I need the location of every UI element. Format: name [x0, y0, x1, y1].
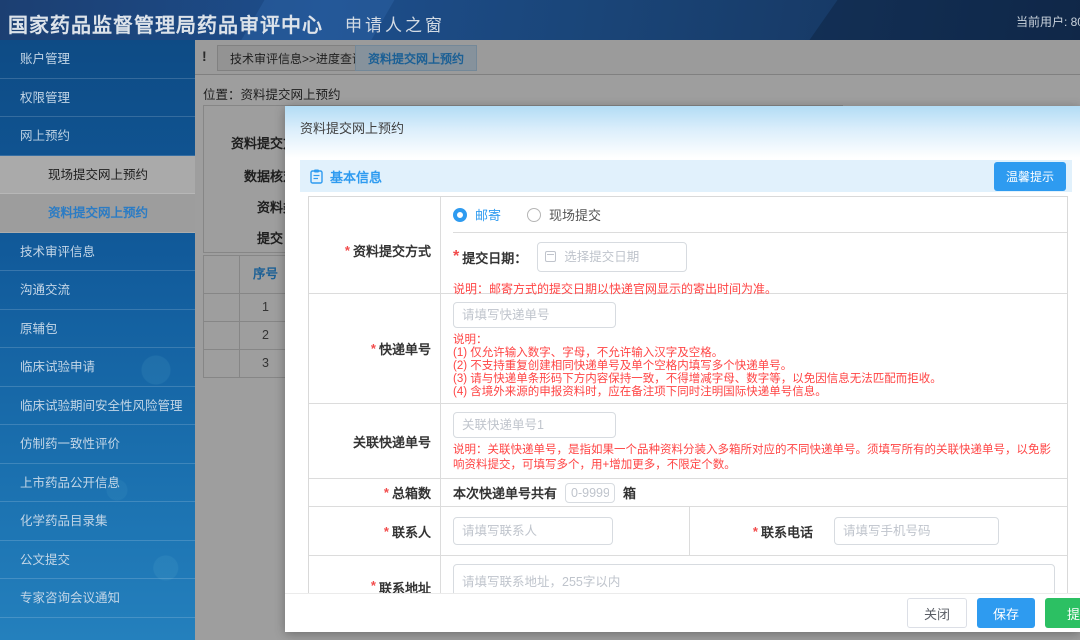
contact-phone-input[interactable] — [834, 517, 999, 545]
current-user-label: 当前用户: 80 — [1015, 15, 1080, 29]
field-label-total-boxes: * 总箱数 — [309, 479, 441, 506]
close-button[interactable]: 关闭 — [906, 598, 967, 628]
material-submit-booking-dialog: 资料提交网上预约 基本信息 温馨提示 * 资料提交方式 邮寄 现场提交 * 提交… — [285, 106, 1080, 632]
basic-info-section-header: 基本信息 温馨提示 — [300, 160, 1072, 192]
sidebar-item-account[interactable]: 账户管理 — [0, 40, 195, 79]
field-label-submit-date: 提交日期： — [462, 250, 528, 266]
sidebar-item-raw-materials[interactable]: 原辅包 — [0, 310, 195, 348]
submit-method-radio-group: 邮寄 现场提交 — [453, 197, 1067, 233]
sidebar-item-tech-review-info[interactable]: 技术审评信息 — [0, 233, 195, 271]
sidebar-item-chemical-drug-catalog[interactable]: 化学药品目录集 — [0, 502, 195, 541]
app-header: 国家药品监督管理局药品审评中心 申请人之窗 当前用户: 80 — [0, 0, 1080, 40]
modal-header-gradient — [285, 106, 1080, 158]
submit-date-input[interactable] — [537, 242, 688, 272]
save-button[interactable]: 保存 — [976, 598, 1035, 628]
sidebar-item-onsite-submit-booking[interactable]: 现场提交网上预约 — [0, 155, 195, 194]
related-tracking-input[interactable] — [453, 412, 616, 438]
sidebar-item-official-doc-submit[interactable]: 公文提交 — [0, 541, 195, 579]
tracking-number-notes: 说明： (1) 仅允许输入数字、字母，不允许输入汉字及空格。 (2) 不支持重复… — [453, 334, 942, 398]
total-boxes-prefix: 本次快递单号共有 — [453, 486, 558, 501]
contact-name-input[interactable] — [453, 517, 613, 545]
tracking-number-input[interactable] — [453, 302, 616, 328]
radio-mail-selected[interactable] — [453, 207, 467, 222]
sidebar-item-online-booking[interactable]: 网上预约 — [0, 117, 195, 156]
site-title: 国家药品监督管理局药品审评中心 — [8, 15, 323, 37]
sidebar-item-communication[interactable]: 沟通交流 — [0, 271, 195, 310]
field-label-tracking-number: * 快递单号 — [309, 294, 441, 403]
sidebar-item-permissions[interactable]: 权限管理 — [0, 79, 195, 117]
sidebar-item-marketed-drug-info[interactable]: 上市药品公开信息 — [0, 464, 195, 502]
submit-button[interactable]: 提交 — [1044, 598, 1080, 628]
field-label-phone: * 联系电话 — [689, 507, 822, 555]
field-label-submit-method: * 资料提交方式 — [309, 197, 441, 303]
radio-onsite-label[interactable]: 现场提交 — [549, 205, 601, 224]
sidebar-item-clinical-trial-apply[interactable]: 临床试验申请 — [0, 348, 195, 387]
related-tracking-note: 说明：关联快递单号，是指如果一个品种资料分装入多箱所对应的不同快递单号。须填写所… — [453, 444, 1051, 471]
calendar-icon — [545, 251, 557, 262]
section-title: 基本信息 — [330, 169, 383, 185]
total-boxes-suffix: 箱 — [623, 486, 637, 501]
sidebar-item-material-submit-booking[interactable]: 资料提交网上预约 — [0, 194, 195, 233]
portal-subtitle: 申请人之窗 — [345, 16, 445, 35]
clipboard-icon — [310, 169, 323, 184]
modal-footer: 关闭 保存 提交 — [285, 593, 1080, 632]
booking-form: * 资料提交方式 邮寄 现场提交 * 提交日期： 选择提交日期 说明：邮寄方式的… — [308, 196, 1068, 632]
sidebar-nav: 账户管理 权限管理 网上预约 现场提交网上预约 资料提交网上预约 技术审评信息 … — [0, 40, 195, 640]
radio-mail-label[interactable]: 邮寄 — [475, 205, 501, 224]
field-label-contact: * 联系人 — [309, 507, 441, 555]
warm-tip-button[interactable]: 温馨提示 — [993, 161, 1066, 191]
modal-title: 资料提交网上预约 — [300, 121, 405, 136]
sidebar-item-expert-meeting-notice[interactable]: 专家咨询会议通知 — [0, 579, 195, 618]
radio-onsite[interactable] — [527, 207, 542, 222]
field-label-related-tracking: 关联快递单号 — [309, 404, 441, 478]
total-boxes-input[interactable] — [565, 482, 616, 503]
sidebar-item-clinical-safety-risk[interactable]: 临床试验期间安全性风险管理 — [0, 387, 195, 425]
sidebar-item-generic-consistency[interactable]: 仿制药一致性评价 — [0, 425, 195, 464]
